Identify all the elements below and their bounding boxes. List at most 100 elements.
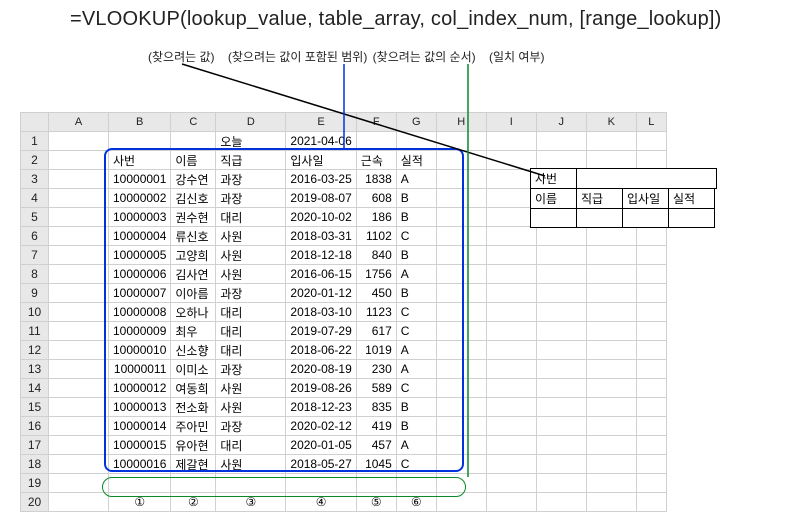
cell-grade[interactable]: B (396, 398, 436, 417)
cell-date[interactable]: 2018-03-10 (286, 303, 356, 322)
table-row[interactable]: 610000004류신호사원2018-03-311102C (21, 227, 667, 246)
cell-id[interactable]: 10000015 (109, 436, 171, 455)
row-14[interactable]: 14 (21, 379, 49, 398)
col-I[interactable]: I (486, 113, 536, 132)
col-J[interactable]: J (536, 113, 586, 132)
cell-rank[interactable]: 과장 (216, 417, 286, 436)
cell-rank[interactable]: 과장 (216, 284, 286, 303)
row-10[interactable]: 10 (21, 303, 49, 322)
cell-grade[interactable]: C (396, 227, 436, 246)
cell-date[interactable]: 2019-08-07 (286, 189, 356, 208)
row-20[interactable]: 20 (21, 493, 49, 512)
cell-days[interactable]: 186 (356, 208, 396, 227)
cell-date[interactable]: 2018-05-27 (286, 455, 356, 474)
table-row[interactable]: 18 10000016제갈현사원2018-05-271045C (21, 455, 667, 474)
row-15[interactable]: 15 (21, 398, 49, 417)
cell-rank[interactable]: 사원 (216, 265, 286, 284)
cell-name[interactable]: 김신호 (171, 189, 216, 208)
cell-rank[interactable]: 사원 (216, 455, 286, 474)
hdr-name[interactable]: 이름 (171, 151, 216, 170)
cell-date[interactable]: 2020-02-12 (286, 417, 356, 436)
cell-days[interactable]: 457 (356, 436, 396, 455)
cell-name[interactable]: 제갈현 (171, 455, 216, 474)
cell-id[interactable]: 10000008 (109, 303, 171, 322)
col-B[interactable]: B (109, 113, 171, 132)
lookup-date-label[interactable]: 입사일 (623, 189, 669, 209)
circle-4[interactable]: ④ (286, 493, 356, 512)
cell-id[interactable]: 10000005 (109, 246, 171, 265)
cell-date[interactable]: 2020-10-02 (286, 208, 356, 227)
row-2[interactable]: 2 (21, 151, 49, 170)
lookup-rank-value[interactable] (577, 209, 623, 228)
cell-id[interactable]: 10000001 (109, 170, 171, 189)
cell-id[interactable]: 10000004 (109, 227, 171, 246)
circle-2[interactable]: ② (171, 493, 216, 512)
cell-name[interactable]: 고양희 (171, 246, 216, 265)
cell-rank[interactable]: 과장 (216, 189, 286, 208)
cell-id[interactable]: 10000009 (109, 322, 171, 341)
cell-days[interactable]: 1045 (356, 455, 396, 474)
cell-id[interactable]: 10000013 (109, 398, 171, 417)
cell-rank[interactable]: 대리 (216, 303, 286, 322)
cell-rank[interactable]: 대리 (216, 436, 286, 455)
cell-date[interactable]: 2018-12-23 (286, 398, 356, 417)
cell-date[interactable]: 2020-01-05 (286, 436, 356, 455)
table-row[interactable]: 1510000013전소화사원2018-12-23835B (21, 398, 667, 417)
row-4[interactable]: 4 (21, 189, 49, 208)
cell-name[interactable]: 오하나 (171, 303, 216, 322)
cell-rank[interactable]: 사원 (216, 227, 286, 246)
table-row[interactable]: 1610000014주아민과장2020-02-12419B (21, 417, 667, 436)
row-16[interactable]: 16 (21, 417, 49, 436)
lookup-sabun-value[interactable] (577, 169, 717, 189)
col-K[interactable]: K (586, 113, 636, 132)
cell-name[interactable]: 신소향 (171, 341, 216, 360)
cell-date[interactable]: 2019-07-29 (286, 322, 356, 341)
table-row[interactable]: 1710000015유아현대리2020-01-05457A (21, 436, 667, 455)
cell-date[interactable]: 2020-01-12 (286, 284, 356, 303)
cell-date[interactable]: 2016-03-25 (286, 170, 356, 189)
cell-days[interactable]: 230 (356, 360, 396, 379)
row-12[interactable]: 12 (21, 341, 49, 360)
table-row[interactable]: 1110000009최우대리2019-07-29617C (21, 322, 667, 341)
table-row[interactable]: 810000006김사연사원2016-06-151756A (21, 265, 667, 284)
cell-rank[interactable]: 대리 (216, 208, 286, 227)
cell-days[interactable]: 419 (356, 417, 396, 436)
cell-name[interactable]: 전소화 (171, 398, 216, 417)
cell-days[interactable]: 1123 (356, 303, 396, 322)
cell-rank[interactable]: 과장 (216, 170, 286, 189)
cell-name[interactable]: 이미소 (171, 360, 216, 379)
cell-id[interactable]: 10000011 (109, 360, 171, 379)
row-9[interactable]: 9 (21, 284, 49, 303)
row-17[interactable]: 17 (21, 436, 49, 455)
cell-id[interactable]: 10000007 (109, 284, 171, 303)
cell-grade[interactable]: B (396, 208, 436, 227)
hdr-date[interactable]: 입사일 (286, 151, 356, 170)
cell-grade[interactable]: C (396, 455, 436, 474)
cell-name[interactable]: 유아현 (171, 436, 216, 455)
cell-grade[interactable]: A (396, 360, 436, 379)
table-row[interactable]: 1310000011이미소과장2020-08-19230A (21, 360, 667, 379)
cell-grade[interactable]: C (396, 303, 436, 322)
row-18[interactable]: 18 (21, 455, 49, 474)
hdr-grade[interactable]: 실적 (396, 151, 436, 170)
col-F[interactable]: F (356, 113, 396, 132)
lookup-sabun-label[interactable]: 사번 (531, 169, 577, 189)
cell-grade[interactable]: B (396, 284, 436, 303)
lookup-table[interactable]: 사번 (530, 168, 717, 189)
cell-date[interactable]: 2018-03-31 (286, 227, 356, 246)
cell-days[interactable]: 1102 (356, 227, 396, 246)
table-row[interactable]: 1410000012여동희사원2019-08-26589C (21, 379, 667, 398)
cell-rank[interactable]: 사원 (216, 246, 286, 265)
cell-rank[interactable]: 과장 (216, 360, 286, 379)
cell-grade[interactable]: B (396, 189, 436, 208)
cell-name[interactable]: 김사연 (171, 265, 216, 284)
col-G[interactable]: G (396, 113, 436, 132)
row-8[interactable]: 8 (21, 265, 49, 284)
cell-days[interactable]: 617 (356, 322, 396, 341)
cell-days[interactable]: 840 (356, 246, 396, 265)
cell-id[interactable]: 10000014 (109, 417, 171, 436)
col-H[interactable]: H (436, 113, 486, 132)
cell-name[interactable]: 주아민 (171, 417, 216, 436)
cell-id[interactable]: 10000016 (109, 455, 171, 474)
cell-name[interactable]: 여동희 (171, 379, 216, 398)
